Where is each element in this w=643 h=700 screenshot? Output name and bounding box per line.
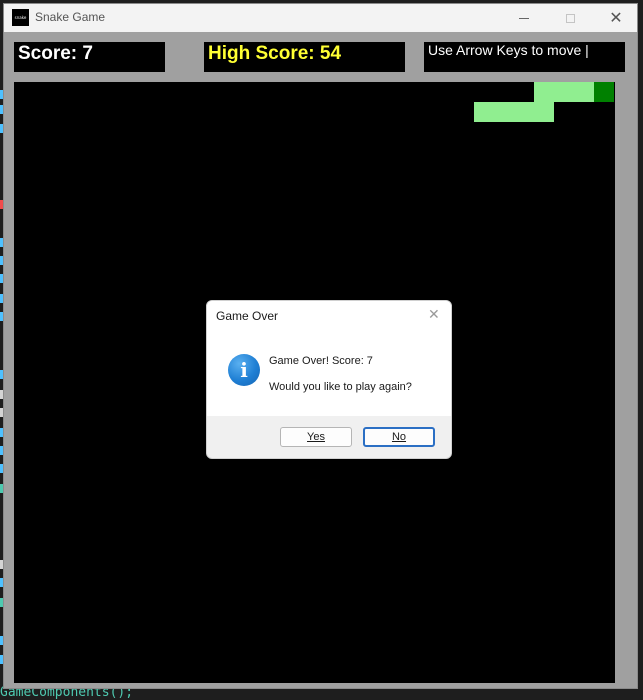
yes-button-label: Yes (307, 431, 325, 443)
snake-segment (554, 82, 574, 102)
maximize-button[interactable] (547, 4, 593, 32)
snake-segment (474, 102, 494, 122)
dialog-title: Game Over (216, 309, 279, 323)
dialog-body: i Game Over! Score: 7 Would you like to … (207, 331, 451, 416)
app-icon: snake (12, 9, 29, 26)
close-icon: ✕ (609, 8, 623, 27)
close-button[interactable]: ✕ (593, 4, 637, 32)
high-score-panel: High Score: 54 (204, 42, 405, 72)
dialog-message-question: Would you like to play again? (269, 381, 412, 393)
window-title: Snake Game (35, 10, 106, 24)
snake-segment (534, 102, 554, 122)
snake-segment (494, 102, 514, 122)
yes-button[interactable]: Yes (280, 427, 352, 447)
snake-segment (514, 102, 534, 122)
snake-head (594, 82, 614, 102)
no-button[interactable]: No (363, 427, 435, 447)
controls-hint-panel: Use Arrow Keys to move | (424, 42, 625, 72)
score-panel: Score: 7 (14, 42, 165, 72)
no-button-label: No (391, 431, 407, 443)
minimize-icon (519, 17, 529, 19)
info-icon: i (228, 354, 260, 386)
dialog-close-icon[interactable]: ✕ (428, 307, 440, 323)
snake-segment (534, 82, 554, 102)
snake-segment (574, 82, 594, 102)
dialog-message-score: Game Over! Score: 7 (269, 355, 373, 367)
game-over-dialog: Game Over ✕ i Game Over! Score: 7 Would … (206, 300, 452, 459)
dialog-title-bar[interactable]: Game Over ✕ (207, 301, 451, 331)
minimize-button[interactable] (501, 4, 547, 32)
maximize-icon (565, 13, 575, 23)
title-bar[interactable]: snake Snake Game ✕ (4, 4, 637, 32)
